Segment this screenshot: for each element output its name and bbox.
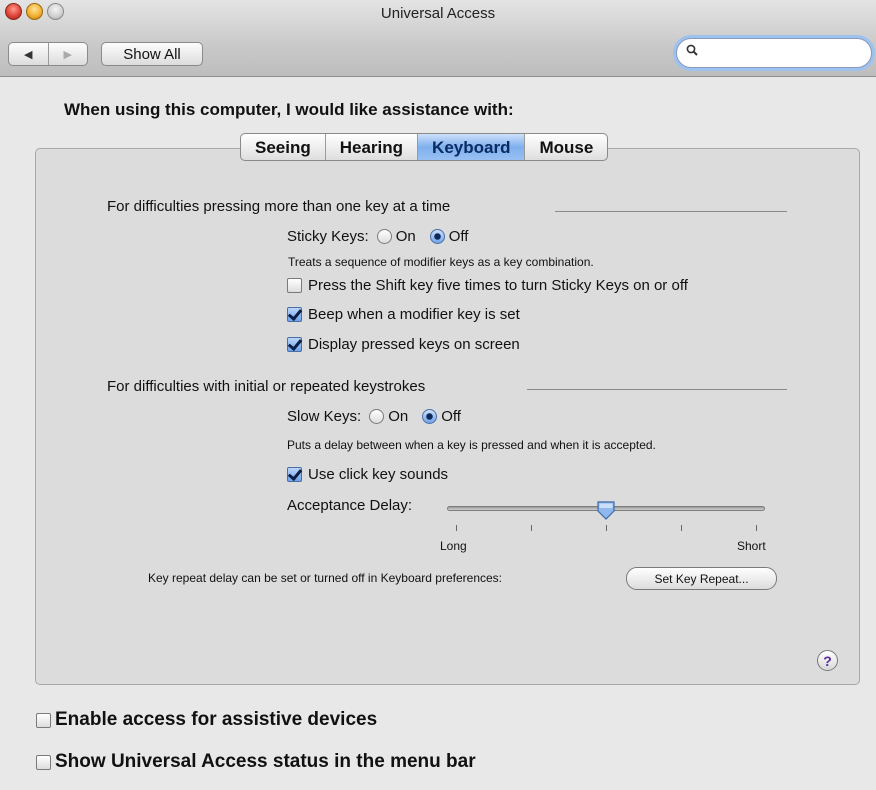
shift-five-times-row[interactable]: Press the Shift key five times to turn S… <box>287 277 688 294</box>
slider-min-label: Long <box>440 539 467 553</box>
slow-keys-on-label[interactable]: On <box>388 408 408 425</box>
window-toolbar: Universal Access ◀ ▶ Show All <box>0 0 876 77</box>
display-keys-checkbox[interactable] <box>287 337 302 352</box>
sticky-keys-description: Treats a sequence of modifier keys as a … <box>288 255 594 269</box>
slow-section-title: For difficulties with initial or repeate… <box>107 378 426 395</box>
sticky-keys-row: Sticky Keys: On Off <box>287 228 468 245</box>
click-sounds-checkbox[interactable] <box>287 467 302 482</box>
sticky-keys-on-radio[interactable] <box>376 229 392 244</box>
beep-modifier-label[interactable]: Beep when a modifier key is set <box>308 306 520 323</box>
slider-tick <box>606 525 607 531</box>
assistive-devices-label[interactable]: Enable access for assistive devices <box>55 709 377 731</box>
tab-keyboard[interactable]: Keyboard <box>417 134 525 160</box>
sticky-keys-off-label[interactable]: Off <box>449 228 469 245</box>
preferences-window: Universal Access ◀ ▶ Show All When using… <box>0 0 876 790</box>
forward-button[interactable]: ▶ <box>47 43 88 65</box>
section-divider <box>527 389 787 390</box>
shift-five-times-label[interactable]: Press the Shift key five times to turn S… <box>308 277 688 294</box>
tab-hearing[interactable]: Hearing <box>324 134 417 160</box>
sticky-keys-label: Sticky Keys: <box>287 228 369 245</box>
search-icon <box>686 44 698 56</box>
tab-mouse[interactable]: Mouse <box>524 134 607 160</box>
tab-seeing[interactable]: Seeing <box>241 134 325 160</box>
search-input[interactable] <box>703 42 867 66</box>
click-sounds-label[interactable]: Use click key sounds <box>308 466 448 483</box>
beep-modifier-row[interactable]: Beep when a modifier key is set <box>287 306 520 323</box>
assistive-devices-checkbox[interactable] <box>36 712 51 728</box>
display-keys-label[interactable]: Display pressed keys on screen <box>308 336 520 353</box>
slow-keys-off-radio[interactable] <box>422 409 438 424</box>
menu-bar-status-checkbox[interactable] <box>36 754 51 770</box>
sticky-keys-on-label[interactable]: On <box>396 228 416 245</box>
back-arrow-icon: ◀ <box>24 48 33 61</box>
back-forward-control: ◀ ▶ <box>8 42 88 66</box>
slider-tick <box>681 525 682 531</box>
sticky-keys-off-radio[interactable] <box>429 229 445 244</box>
slow-keys-description: Puts a delay between when a key is press… <box>287 438 656 452</box>
search-field[interactable] <box>676 38 872 68</box>
show-all-button[interactable]: Show All <box>101 42 203 66</box>
slider-thumb[interactable] <box>596 500 616 520</box>
forward-arrow-icon: ▶ <box>63 48 72 61</box>
slow-keys-row: Slow Keys: On Off <box>287 408 461 425</box>
slow-keys-label: Slow Keys: <box>287 408 362 425</box>
back-button[interactable]: ◀ <box>9 43 48 65</box>
display-keys-row[interactable]: Display pressed keys on screen <box>287 336 520 353</box>
window-title: Universal Access <box>380 5 496 22</box>
assistive-devices-row[interactable]: Enable access for assistive devices <box>36 709 377 731</box>
slider-tick <box>531 525 532 531</box>
slider-tick <box>756 525 757 531</box>
menu-bar-status-row[interactable]: Show Universal Access status in the menu… <box>36 751 476 773</box>
slow-keys-off-label[interactable]: Off <box>441 408 461 425</box>
assistance-heading: When using this computer, I would like a… <box>64 100 514 119</box>
sticky-section-title: For difficulties pressing more than one … <box>107 198 451 215</box>
section-divider <box>555 211 787 212</box>
slider-max-label: Short <box>737 539 766 553</box>
acceptance-delay-label: Acceptance Delay: <box>287 497 413 514</box>
menu-bar-status-label[interactable]: Show Universal Access status in the menu… <box>55 751 476 773</box>
key-repeat-text: Key repeat delay can be set or turned of… <box>148 571 502 585</box>
click-sounds-row[interactable]: Use click key sounds <box>287 466 448 483</box>
slow-keys-on-radio[interactable] <box>369 409 385 424</box>
beep-modifier-checkbox[interactable] <box>287 307 302 322</box>
slider-tick <box>456 525 457 531</box>
set-key-repeat-button[interactable]: Set Key Repeat... <box>626 567 777 590</box>
category-tabs: Seeing Hearing Keyboard Mouse <box>240 133 609 161</box>
help-button[interactable]: ? <box>817 650 838 671</box>
shift-five-times-checkbox[interactable] <box>287 278 302 293</box>
